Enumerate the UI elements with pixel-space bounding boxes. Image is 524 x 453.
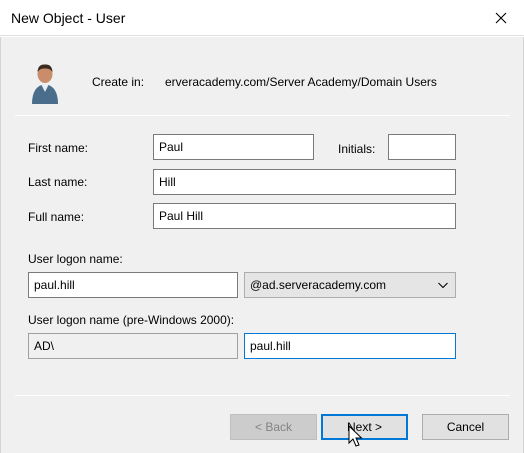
logon-name-field[interactable]: paul.hill (28, 272, 238, 298)
close-icon (495, 12, 507, 24)
separator (15, 115, 510, 116)
mouse-cursor-icon (348, 425, 363, 447)
upn-suffix-dropdown[interactable]: @ad.serveracademy.com (244, 272, 456, 298)
last-name-field[interactable]: Hill (153, 169, 456, 195)
user-icon (32, 64, 58, 104)
full-name-field[interactable]: Paul Hill (153, 203, 456, 229)
close-button[interactable] (478, 0, 524, 36)
cancel-button[interactable]: Cancel (422, 414, 509, 440)
first-name-label: First name: (28, 141, 89, 155)
back-button[interactable]: < Back (230, 414, 317, 440)
full-name-label: Full name: (28, 210, 85, 224)
initials-label: Initials: (338, 142, 376, 156)
next-button[interactable]: Next > (321, 414, 408, 440)
logon-name-label: User logon name: (28, 252, 123, 266)
pre2000-logon-field[interactable]: paul.hill (244, 333, 456, 359)
first-name-field[interactable]: Paul (153, 134, 314, 160)
last-name-label: Last name: (28, 175, 88, 189)
window-title: New Object - User (11, 10, 126, 26)
create-in-label: Create in: (92, 75, 145, 89)
title-bar: New Object - User (0, 0, 524, 36)
initials-field[interactable] (388, 134, 456, 160)
dialog-body (0, 37, 524, 453)
chevron-down-icon (438, 282, 448, 289)
pre2000-label: User logon name (pre-Windows 2000): (28, 313, 235, 327)
pre2000-domain-field: AD\ (28, 333, 238, 359)
separator (15, 395, 510, 396)
create-in-path: erveracademy.com/Server Academy/Domain U… (165, 75, 437, 89)
upn-suffix-value: @ad.serveracademy.com (250, 278, 387, 292)
